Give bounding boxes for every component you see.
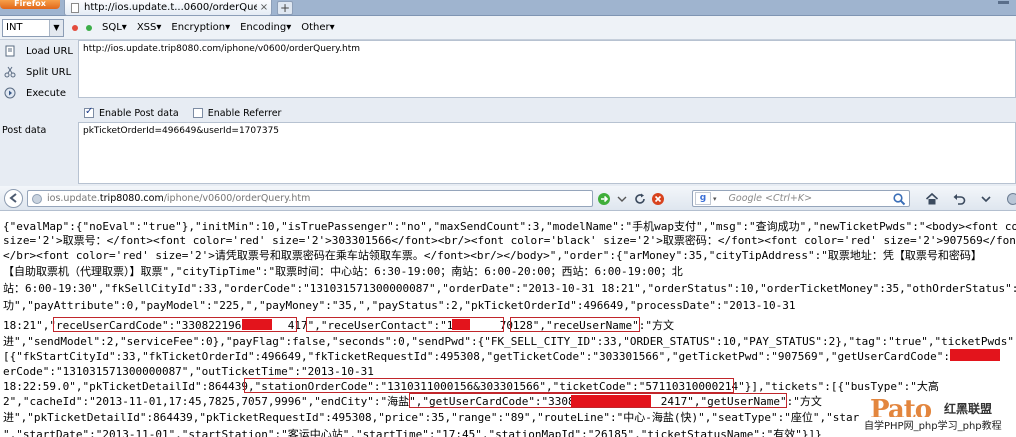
load-url-icon bbox=[4, 45, 16, 57]
tab-close-icon[interactable]: × bbox=[257, 2, 271, 13]
enable-post-checkbox[interactable] bbox=[84, 106, 94, 118]
execute-button[interactable]: Execute bbox=[4, 86, 66, 100]
green-dot-icon[interactable] bbox=[86, 24, 92, 31]
hackbar-menu-encoding[interactable]: Encoding▾ bbox=[240, 22, 291, 33]
undo-icon[interactable] bbox=[952, 192, 966, 206]
reload-icon[interactable] bbox=[633, 192, 647, 206]
json-line-8: 进","sendModel":2,"serviceFee":0},"payFla… bbox=[3, 335, 1016, 348]
browser-tab-active[interactable]: http://ios.update.t...0600/orderQuery.ht… bbox=[64, 0, 272, 16]
watermark-name: 红黑联盟 bbox=[944, 402, 993, 416]
redaction-bar bbox=[452, 319, 470, 330]
execute-icon bbox=[4, 87, 16, 99]
json-line-5: 站：6:00-19:30","fkSellCityId":33,"orderCo… bbox=[3, 282, 1016, 295]
hackbar-toolbar: INT ▼ SQL▾ XSS▾ Encryption▾ Encoding▾ Ot… bbox=[0, 16, 1016, 40]
json-line-2: size='2'>取票号：</font><font color='red' si… bbox=[3, 234, 1016, 247]
hackbar-type-select[interactable]: INT ▼ bbox=[2, 18, 64, 37]
post-data-label: Post data bbox=[2, 125, 47, 136]
split-url-label: Split URL bbox=[26, 66, 72, 78]
address-bar-actions bbox=[597, 191, 669, 207]
post-data-textarea[interactable]: pkTicketOrderId=496649&userId=1707375 bbox=[78, 122, 1016, 184]
site-identity-icon[interactable] bbox=[32, 193, 42, 204]
redaction-bar bbox=[571, 395, 651, 407]
hackbar-url-textarea[interactable]: http://ios.update.trip8080.com/iphone/v0… bbox=[78, 40, 1016, 98]
stop-icon[interactable] bbox=[651, 192, 665, 206]
search-box[interactable]: g ▾ Google <Ctrl+K> bbox=[692, 190, 910, 207]
json-line-3: </br><font color='red' size='2'>请凭取票号和取票… bbox=[3, 249, 982, 262]
hackbar-options: Enable Post data Enable Referrer bbox=[84, 106, 281, 120]
page-content: {"evalMap":{"noEval":"true"},"initMin":1… bbox=[0, 212, 1016, 437]
hackbar-menu-other[interactable]: Other▾ bbox=[301, 22, 334, 33]
split-url-icon bbox=[4, 66, 16, 78]
enable-post-label: Enable Post data bbox=[99, 107, 179, 119]
json-line-14: ","startDate":"2013-11-01","startStation… bbox=[3, 428, 822, 437]
hackbar-menu-sql[interactable]: SQL▾ bbox=[102, 22, 127, 33]
red-dot-icon[interactable] bbox=[72, 24, 78, 31]
json-line-9: [{"fkStartCityId":33,"fkTicketOrderId":4… bbox=[3, 350, 1016, 363]
highlight-rece-user-name bbox=[510, 317, 640, 332]
tab-title: http://ios.update.t...0600/orderQuery.ht… bbox=[84, 2, 257, 13]
minimize-window-icon[interactable] bbox=[998, 1, 1010, 13]
engine-dropdown-icon[interactable]: ▾ bbox=[713, 195, 717, 203]
dropdown-icon[interactable] bbox=[615, 192, 629, 206]
new-tab-button[interactable]: + bbox=[277, 1, 293, 15]
url-host: trip8080.com bbox=[99, 193, 164, 204]
home-icon[interactable] bbox=[925, 192, 939, 206]
search-input[interactable]: Google <Ctrl+K> bbox=[729, 193, 892, 204]
hackbar-menu-encryption[interactable]: Encryption▾ bbox=[171, 22, 230, 33]
enable-referrer-label: Enable Referrer bbox=[207, 107, 282, 119]
hackbar-type-value: INT bbox=[6, 22, 23, 33]
addon-icon[interactable] bbox=[1006, 192, 1016, 206]
back-button[interactable] bbox=[4, 189, 23, 208]
highlight-rece-user-contact bbox=[306, 317, 504, 332]
navigation-bar: ios.update. trip8080.com/iphone/v0600/ord… bbox=[0, 186, 1016, 211]
load-url-label: Load URL bbox=[26, 45, 74, 57]
json-line-10: erCode":"131031571300000087","outTicketT… bbox=[3, 365, 374, 378]
hackbar-panel: Load URL Split URL Execute http://ios.up… bbox=[0, 40, 1016, 186]
document-icon bbox=[71, 2, 79, 13]
go-arrow-icon[interactable] bbox=[597, 192, 611, 206]
load-url-button[interactable]: Load URL bbox=[4, 44, 73, 58]
json-line-4: 【自助取票机（代理取票）】取票","cityTipTime":"取票时间：中心站… bbox=[3, 265, 683, 278]
hackbar-actions: Load URL Split URL Execute bbox=[0, 40, 78, 186]
json-line-1: {"evalMap":{"noEval":"true"},"initMin":1… bbox=[3, 220, 1016, 233]
search-icon[interactable] bbox=[892, 192, 906, 206]
watermark-tagline: 自学PHP网_php学习_php教程 bbox=[862, 417, 1002, 432]
address-bar[interactable]: ios.update. trip8080.com/iphone/v0600/ord… bbox=[27, 190, 593, 207]
hackbar-menu-xss[interactable]: XSS▾ bbox=[137, 22, 162, 33]
execute-label: Execute bbox=[26, 87, 66, 99]
firefox-menu-button[interactable]: Firefox bbox=[0, 0, 60, 9]
url-subdomain: ios.update. bbox=[47, 193, 100, 204]
chevron-down-icon[interactable]: ▼ bbox=[49, 19, 63, 36]
tab-strip: Firefox http://ios.update.t...0600/order… bbox=[0, 0, 1016, 16]
json-line-6: 功","payAttribute":0,"payModel":"225,","p… bbox=[3, 299, 796, 312]
back-arrow-icon bbox=[8, 193, 17, 203]
google-search-engine-icon[interactable]: g bbox=[695, 192, 711, 205]
redaction-bar bbox=[242, 319, 272, 330]
highlight-station-order-code bbox=[244, 378, 734, 393]
enable-referrer-checkbox[interactable] bbox=[192, 108, 203, 118]
url-path: /iphone/v0600/orderQuery.htm bbox=[163, 193, 311, 204]
menu-chevron-icon[interactable] bbox=[979, 192, 993, 206]
toolbar-right bbox=[925, 191, 1016, 207]
split-url-button[interactable]: Split URL bbox=[4, 65, 71, 79]
redaction-bar bbox=[950, 349, 1000, 361]
json-line-13: 进","pkTicketDetailId":864439,"pkTicketRe… bbox=[3, 411, 860, 424]
